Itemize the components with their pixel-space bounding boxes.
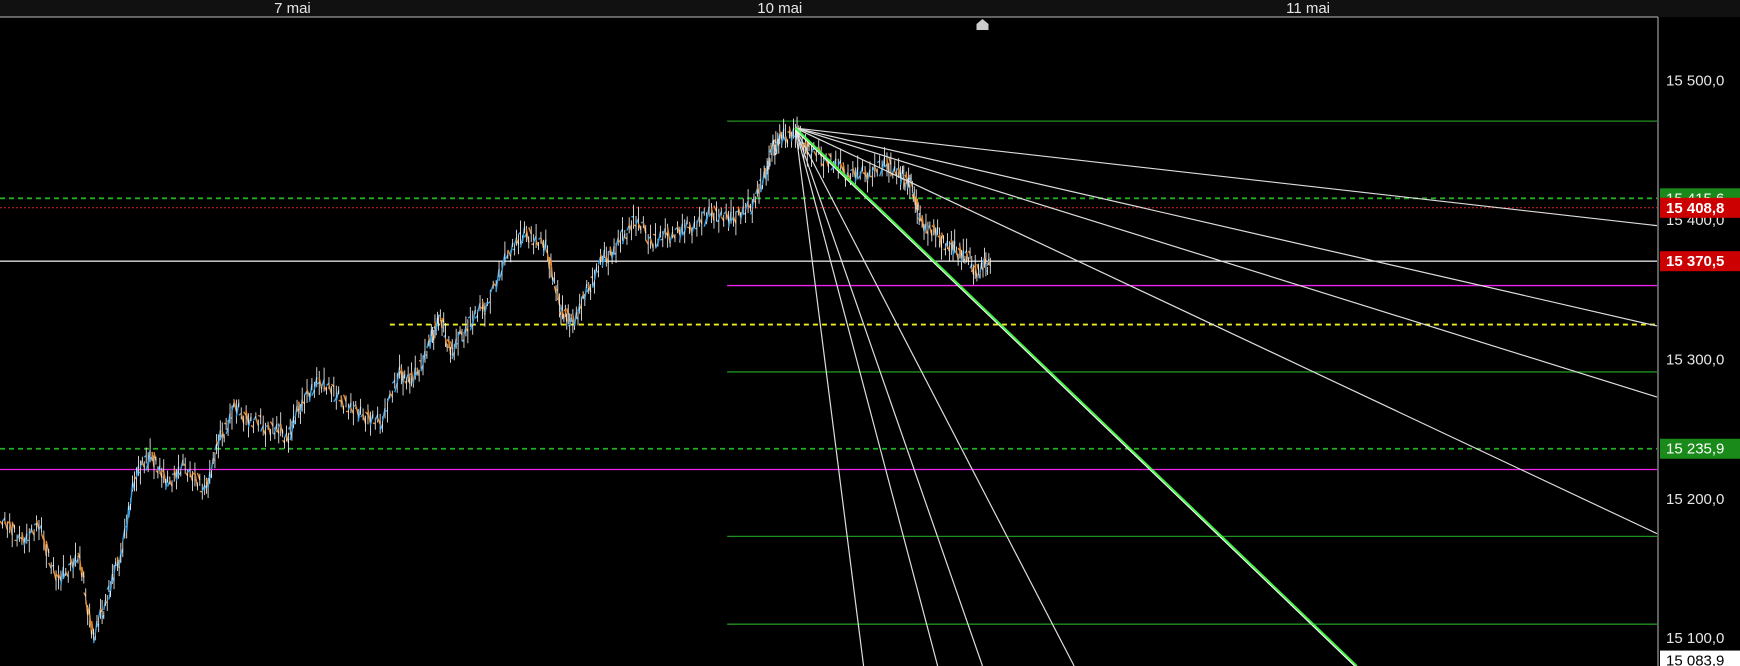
price-axis-tick: 15 300,0	[1666, 351, 1724, 368]
time-axis: 7 mai 10 mai 11 mai	[0, 0, 1740, 18]
price-segment	[486, 301, 491, 305]
price-axis-bg	[1658, 17, 1740, 666]
time-axis-label: 10 mai	[757, 0, 802, 17]
price-segment	[504, 254, 509, 261]
fan-line	[795, 127, 1658, 535]
fan-line	[795, 127, 1658, 398]
price-segment	[498, 270, 503, 282]
price-badge-label: 15 083,9	[1666, 653, 1724, 666]
fan-line	[795, 127, 1658, 227]
price-segment	[489, 284, 494, 294]
trading-chart[interactable]: 7 mai 10 mai 11 mai 15 500,0 15 400,0 15 300…	[0, 0, 1740, 666]
fan-line	[794, 127, 1075, 666]
price-series	[0, 116, 991, 644]
price-axis-tick: 15 200,0	[1666, 491, 1724, 508]
fan-line	[794, 127, 984, 666]
price-badge-label: 15 408,8	[1666, 200, 1724, 217]
home-arrow-shape	[976, 19, 989, 30]
price-segment	[492, 282, 497, 287]
price-badge-label: 15 370,5	[1666, 253, 1724, 270]
time-axis-label: 11 mai	[1286, 0, 1330, 17]
price-axis: 15 500,015 400,015 300,015 200,015 100,0	[1657, 17, 1740, 666]
price-segment	[501, 253, 506, 271]
time-axis-bar	[0, 0, 1740, 17]
price-badge-label: 15 235,9	[1666, 441, 1724, 458]
time-axis-label: 7 mai	[274, 0, 311, 17]
price-axis-tick: 15 100,0	[1666, 630, 1724, 647]
fan-main-line	[794, 127, 1358, 666]
fan-line	[794, 128, 865, 666]
chart-canvas[interactable]: 7 mai 10 mai 11 mai 15 500,015 400,015 300…	[0, 0, 1740, 666]
price-axis-tick: 15 500,0	[1666, 73, 1724, 90]
gann-fan	[794, 127, 1658, 666]
home-arrow-icon[interactable]	[976, 19, 989, 30]
